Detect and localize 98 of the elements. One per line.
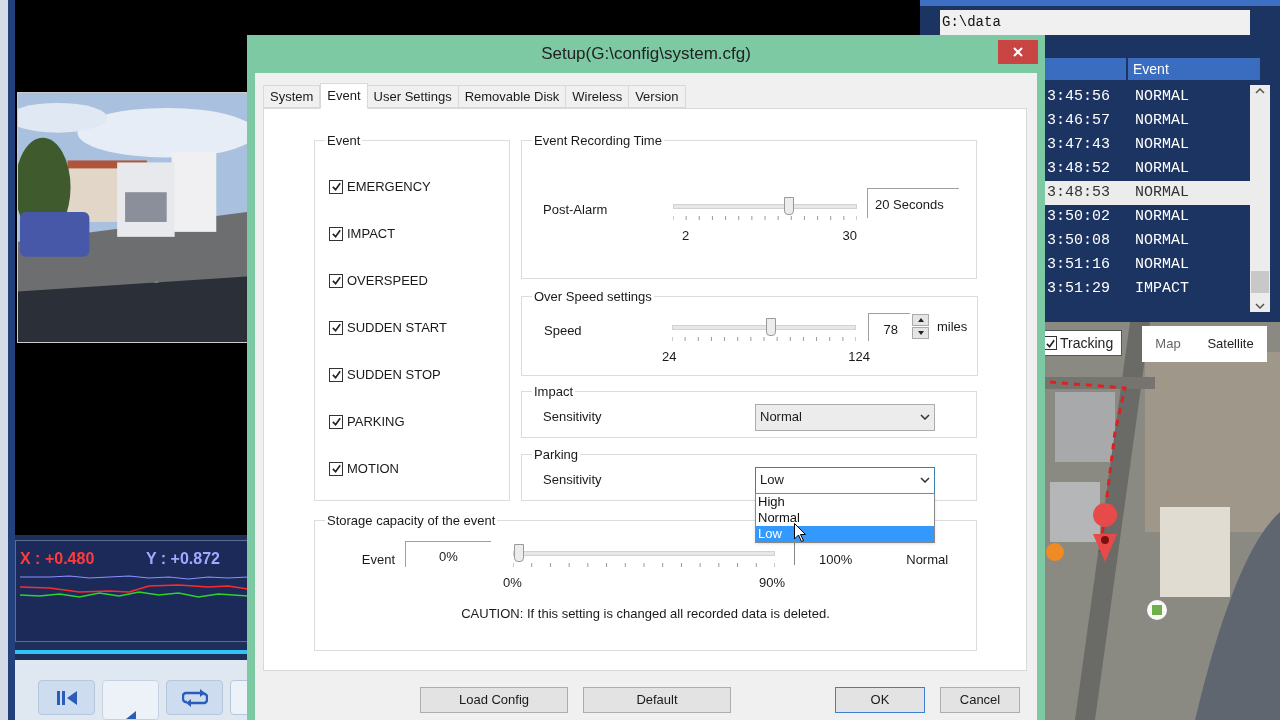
repeat-icon bbox=[181, 688, 208, 707]
checkbox-label[interactable]: OVERSPEED bbox=[347, 270, 428, 291]
checkbox-label[interactable]: SUDDEN STOP bbox=[347, 364, 441, 385]
map-type-button[interactable]: Map bbox=[1155, 334, 1181, 354]
checkbox[interactable] bbox=[329, 320, 343, 335]
scrollbar[interactable] bbox=[1250, 85, 1270, 312]
slider-min-label: 0% bbox=[503, 573, 522, 592]
slider-min-label: 24 bbox=[662, 347, 677, 366]
close-icon bbox=[1013, 47, 1023, 57]
dropdown[interactable]: Normal bbox=[755, 403, 935, 431]
tab[interactable]: Version bbox=[628, 85, 686, 108]
arrow-up-icon bbox=[917, 318, 924, 322]
field-label: Sensitivity bbox=[543, 471, 603, 490]
dialog-button[interactable]: Load Config bbox=[420, 687, 568, 713]
event-cell-text: NORMAL bbox=[1134, 254, 1189, 275]
group-title: Event Recording Time bbox=[533, 132, 663, 150]
checkbox[interactable] bbox=[329, 414, 343, 429]
event-cell-text: NORMAL bbox=[1134, 86, 1189, 107]
group-title: Over Speed settings bbox=[533, 288, 653, 306]
group-title: Event bbox=[326, 132, 362, 150]
time-cell-text: 3:47:43 bbox=[1046, 134, 1111, 155]
total-label: 100% bbox=[819, 550, 853, 569]
chevron-down-icon bbox=[920, 414, 930, 420]
checkbox[interactable] bbox=[329, 273, 343, 288]
checkbox[interactable] bbox=[329, 179, 343, 194]
dropdown[interactable]: Low bbox=[755, 466, 935, 494]
tab[interactable]: User Settings bbox=[366, 85, 459, 108]
slider-thumb[interactable] bbox=[765, 317, 776, 336]
slider-max-label: 124 bbox=[848, 347, 870, 366]
time-cell-text: 3:50:08 bbox=[1046, 230, 1111, 251]
group-title: Storage capacity of the event bbox=[326, 512, 497, 530]
checkbox-label[interactable]: MOTION bbox=[347, 458, 399, 479]
time-cell-text: 3:51:29 bbox=[1046, 278, 1111, 299]
field-label: Speed bbox=[544, 321, 583, 340]
field-label: Post-Alarm bbox=[543, 200, 609, 219]
checkbox[interactable] bbox=[329, 367, 343, 382]
checkbox-label[interactable]: SUDDEN START bbox=[347, 317, 447, 338]
dropdown-value: Normal bbox=[760, 408, 802, 427]
checkbox[interactable] bbox=[329, 461, 343, 476]
spin-up-button[interactable] bbox=[912, 314, 929, 326]
tab[interactable]: Removable Disk bbox=[457, 85, 567, 108]
checkbox[interactable] bbox=[329, 226, 343, 241]
skip-back-icon bbox=[55, 689, 78, 706]
scroll-up-icon[interactable] bbox=[1255, 88, 1265, 94]
time-cell-text: 3:51:16 bbox=[1046, 254, 1111, 275]
event-cell-text: NORMAL bbox=[1134, 110, 1189, 131]
y-reading: Y : +0.872 bbox=[146, 549, 220, 569]
status-label: Normal bbox=[906, 550, 949, 569]
window-title: Setup(G:\config\system.cfg) bbox=[541, 43, 751, 66]
tab[interactable]: Event bbox=[320, 83, 368, 109]
event-cell-text: IMPACT bbox=[1134, 278, 1189, 299]
checkbox-label[interactable]: PARKING bbox=[347, 411, 405, 432]
column-header[interactable]: Event bbox=[1128, 58, 1260, 80]
dropdown-option[interactable]: Normal bbox=[756, 509, 934, 526]
slider-max-label: 90% bbox=[758, 573, 785, 592]
value-field: 0% bbox=[405, 540, 491, 567]
event-cell-text: NORMAL bbox=[1134, 134, 1189, 155]
group-title: Parking bbox=[533, 446, 580, 464]
time-cell-text: 3:48:52 bbox=[1046, 158, 1111, 179]
spin-down-button[interactable] bbox=[912, 327, 929, 339]
path-field[interactable]: G:\data bbox=[940, 10, 1250, 35]
time-cell-text: 3:45:56 bbox=[1046, 86, 1111, 107]
close-button[interactable] bbox=[998, 40, 1038, 64]
unit-label: miles bbox=[937, 317, 968, 336]
chevron-down-icon bbox=[920, 477, 930, 483]
x-reading: X : +0.480 bbox=[20, 549, 96, 569]
dialog-button[interactable]: Cancel bbox=[940, 687, 1020, 713]
skip-back-button[interactable] bbox=[38, 680, 95, 715]
checkbox-label[interactable]: IMPACT bbox=[347, 223, 396, 244]
speed-field[interactable]: 78 bbox=[868, 312, 910, 341]
slider-min-label: 2 bbox=[682, 226, 690, 245]
tab[interactable]: System bbox=[263, 85, 321, 108]
slider-thumb[interactable] bbox=[514, 543, 524, 562]
slider-thumb[interactable] bbox=[784, 196, 795, 215]
field-label: Sensitivity bbox=[543, 408, 603, 427]
tab[interactable]: Wireless bbox=[565, 85, 630, 108]
event-cell-text: NORMAL bbox=[1134, 230, 1189, 251]
checkbox-label[interactable]: EMERGENCY bbox=[347, 176, 431, 197]
map-type-button[interactable]: Satellite bbox=[1207, 334, 1254, 354]
dialog-button[interactable]: Default bbox=[583, 687, 731, 713]
slider-max-label: 30 bbox=[842, 226, 857, 245]
scroll-down-icon[interactable] bbox=[1255, 303, 1265, 309]
arrow-down-icon bbox=[917, 331, 924, 335]
field-label: Event bbox=[360, 550, 395, 569]
time-cell-text: 3:46:57 bbox=[1046, 110, 1111, 131]
repeat-button[interactable] bbox=[166, 680, 223, 715]
event-cell-text: NORMAL bbox=[1134, 182, 1189, 203]
value-field: 20 Seconds bbox=[867, 187, 959, 218]
caution-text: CAUTION: If this setting is changed all recorded data is deleted. bbox=[460, 605, 831, 623]
dropdown-option[interactable]: High bbox=[756, 493, 934, 510]
dialog-button[interactable]: OK bbox=[835, 687, 925, 713]
dropdown-value: Low bbox=[760, 471, 784, 490]
group-title: Impact bbox=[533, 383, 574, 401]
time-cell-text: 3:50:02 bbox=[1046, 206, 1111, 227]
event-cell-text: NORMAL bbox=[1134, 158, 1189, 179]
scroll-thumb[interactable] bbox=[1251, 271, 1269, 293]
event-cell-text: NORMAL bbox=[1134, 206, 1189, 227]
play-reverse-icon bbox=[125, 711, 136, 719]
